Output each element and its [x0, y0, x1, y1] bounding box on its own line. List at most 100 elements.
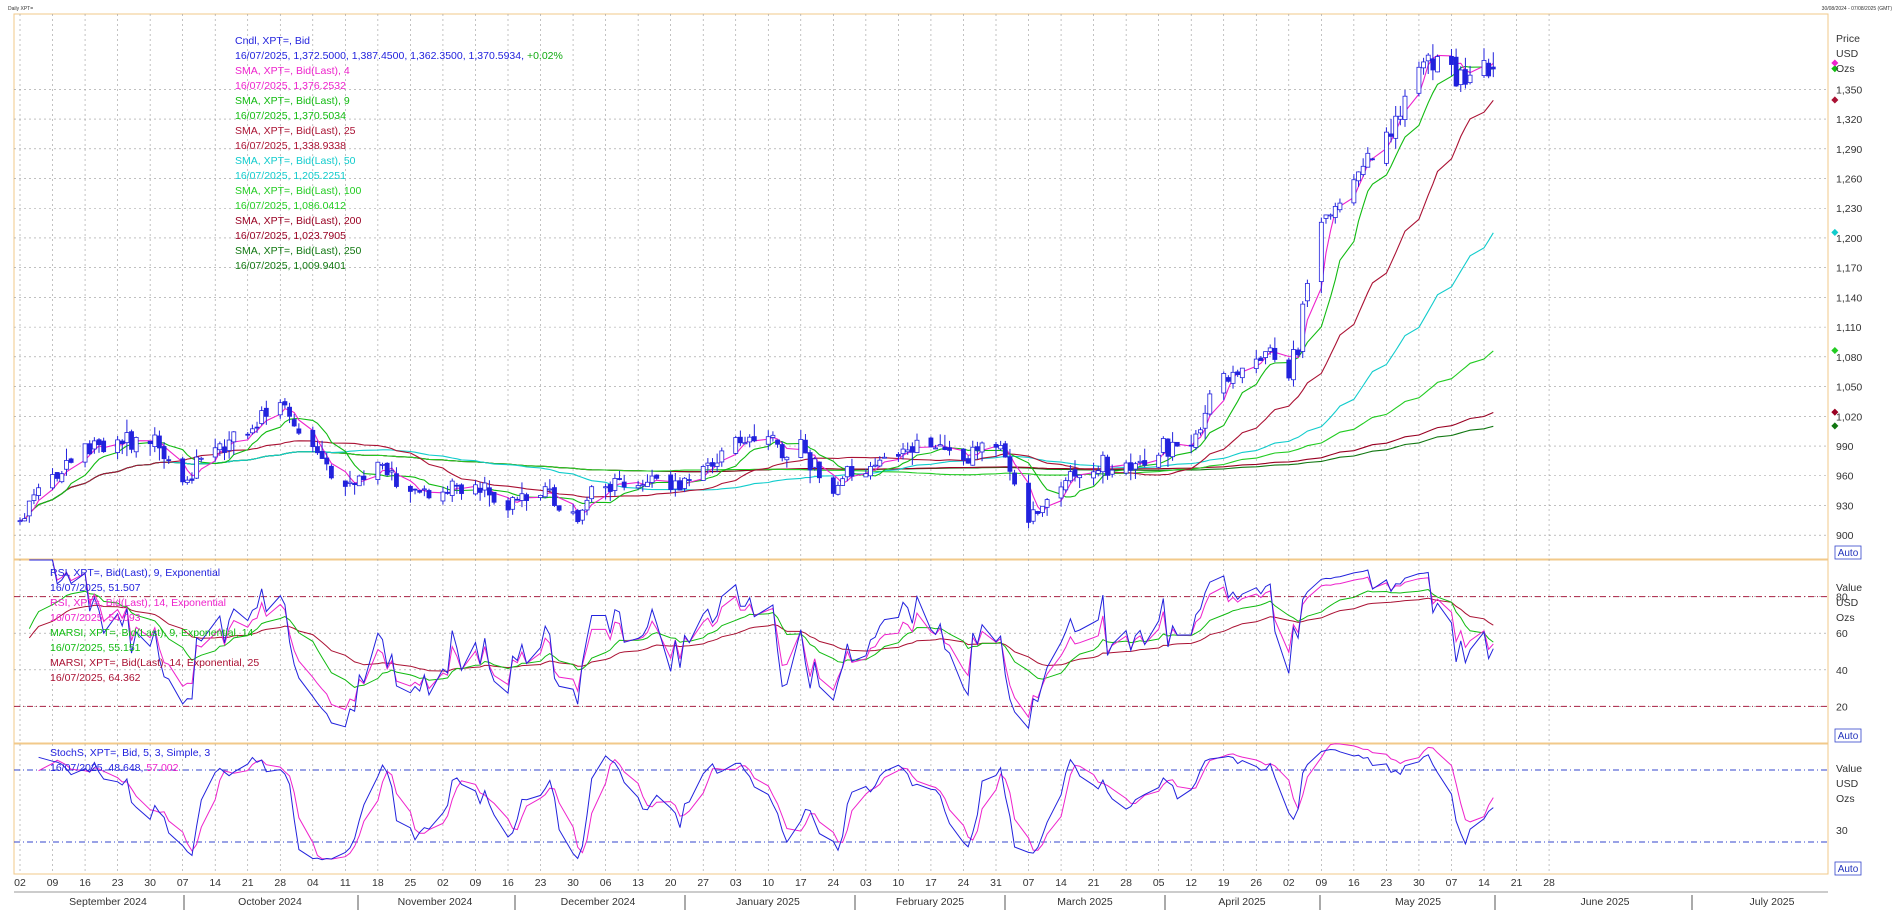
legend-text: SMA, XPT=, Bid(Last), 9 — [235, 95, 350, 107]
month-label: December 2024 — [561, 896, 636, 908]
price-tick-label: 1,170 — [1836, 263, 1862, 275]
candle — [510, 497, 516, 510]
candle — [1174, 441, 1180, 447]
rsi_panel-legend-item: 16/07/2025, 54.093 — [50, 612, 141, 624]
candle — [1230, 371, 1236, 384]
candle — [394, 473, 399, 487]
price-tick-label: 1,200 — [1836, 233, 1862, 245]
candle — [440, 491, 446, 502]
price_panel-auto-button[interactable]: Auto — [1834, 545, 1862, 560]
candle — [147, 440, 153, 445]
x-tick-label: 07 — [1023, 877, 1035, 889]
stoch_panel-axis-header: Ozs — [1836, 793, 1855, 805]
price_panel-legend-item: 16/07/2025, 1,372.5000, 1,387.4500, 1,36… — [235, 50, 563, 62]
candle — [124, 432, 130, 444]
stoch_panel-auto-button[interactable]: Auto — [1834, 861, 1862, 876]
month-label: February 2025 — [896, 896, 964, 908]
candle — [1463, 69, 1468, 85]
candle — [222, 446, 227, 453]
candle — [700, 466, 706, 481]
rsi-panel[interactable] — [13, 559, 1829, 744]
candle — [975, 446, 980, 451]
candle — [1356, 171, 1361, 182]
candle — [1263, 351, 1268, 358]
candle — [129, 431, 134, 450]
legend-text: 16/07/2025, 54.093 — [50, 612, 141, 624]
stoch_panel-axis-header: Value — [1836, 763, 1862, 775]
candle — [161, 446, 167, 460]
candle — [22, 518, 28, 522]
candle — [621, 481, 627, 488]
legend-text: 16/07/2025, 1,023.7905 — [235, 230, 346, 242]
candle — [1425, 54, 1431, 62]
x-tick-label: 25 — [405, 877, 417, 889]
candle — [1239, 367, 1245, 379]
candle — [1337, 202, 1343, 211]
candle — [1481, 60, 1487, 76]
candle — [1142, 460, 1148, 466]
candle — [1388, 133, 1394, 137]
x-tick-label: 30 — [144, 877, 156, 889]
price_panel-legend-item: SMA, XPT=, Bid(Last), 50 — [235, 155, 356, 167]
legend-text: SMA, XPT=, Bid(Last), 200 — [235, 215, 362, 227]
x-tick-label: 03 — [730, 877, 742, 889]
candle — [747, 436, 753, 443]
candle — [835, 485, 841, 495]
legend-text: 16/07/2025, 1,370.5034 — [235, 110, 346, 122]
candle — [1449, 55, 1454, 65]
legend-text: SMA, XPT=, Bid(Last), 25 — [235, 125, 356, 137]
legend-text: StochS, XPT=, Bid, 5, 3, Simple, 3 — [50, 747, 210, 759]
candle — [733, 437, 739, 454]
candle — [579, 509, 585, 521]
sma-25-marker — [1831, 96, 1839, 104]
candle — [380, 463, 385, 466]
candle — [719, 450, 725, 463]
price_panel-legend-item: SMA, XPT=, Bid(Last), 9 — [235, 95, 350, 107]
legend-text: 16/07/2025, 64.362 — [50, 672, 141, 684]
price_panel-legend-item: SMA, XPT=, Bid(Last), 250 — [235, 245, 362, 257]
candle — [649, 475, 655, 483]
rsi_panel-axis-header: Value — [1836, 582, 1862, 594]
price-tick-label: 1,290 — [1836, 144, 1862, 156]
rsi_panel-axis-header: USD — [1836, 597, 1859, 609]
candle — [668, 474, 674, 490]
rsi_panel-auto-button[interactable]: Auto — [1834, 728, 1862, 743]
candle — [947, 447, 952, 451]
candle — [998, 445, 1004, 450]
candle — [812, 458, 818, 468]
x-tick-label: 09 — [1315, 877, 1327, 889]
legend-text: 16/07/2025, 1,376.2532 — [235, 80, 346, 92]
candle — [426, 490, 432, 499]
candle — [1202, 412, 1208, 429]
candle — [965, 458, 971, 464]
x-tick-label: 30 — [1413, 877, 1425, 889]
candle — [1100, 454, 1106, 473]
price_panel-axis-header: Ozs — [1836, 63, 1855, 75]
candle — [863, 473, 869, 478]
candle — [133, 437, 139, 453]
candle — [737, 436, 743, 444]
x-tick-label: 18 — [372, 877, 384, 889]
candle — [1193, 433, 1199, 448]
candle — [249, 428, 255, 434]
price_panel-legend-item: SMA, XPT=, Bid(Last), 200 — [235, 215, 362, 227]
candle — [617, 478, 622, 480]
candle — [1291, 349, 1296, 381]
legend-text: Cndl, XPT=, Bid — [235, 35, 310, 47]
x-tick-label: 21 — [1088, 877, 1100, 889]
stoch-panel[interactable] — [13, 743, 1829, 875]
candle — [542, 486, 548, 498]
candle — [198, 457, 204, 460]
sma-250-marker — [1831, 422, 1839, 430]
rsi_panel-legend-item: 16/07/2025, 55.151 — [50, 642, 141, 654]
candle — [119, 440, 125, 444]
candle — [1458, 69, 1464, 86]
auto-label: Auto — [1838, 864, 1859, 875]
candle — [184, 479, 190, 483]
price_panel-legend-item: 16/07/2025, 1,376.2532 — [235, 80, 346, 92]
candle — [277, 402, 283, 416]
sma-50-line — [19, 232, 1494, 522]
candle — [194, 456, 200, 479]
candle — [612, 478, 618, 491]
candle — [519, 493, 525, 501]
